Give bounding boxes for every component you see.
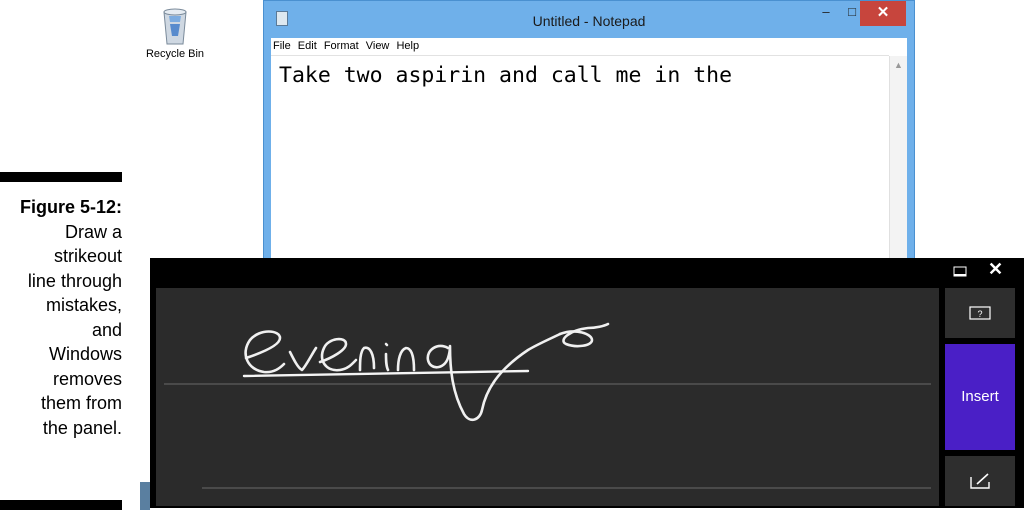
taskbar-edge xyxy=(140,482,150,510)
handwriting-panel: ✕ ? Insert xyxy=(150,258,1024,508)
dock-icon[interactable] xyxy=(953,265,967,279)
menu-file[interactable]: File xyxy=(273,40,291,52)
caption-line: and xyxy=(91,319,122,340)
recycle-bin-icon xyxy=(160,6,190,46)
menu-edit[interactable]: Edit xyxy=(298,40,317,52)
caption-line: Draw a xyxy=(64,221,122,242)
scroll-up-icon[interactable]: ▲ xyxy=(890,60,907,70)
recycle-bin[interactable]: Recycle Bin xyxy=(140,6,210,60)
figure-caption: Figure 5-12: Draw a strikeout line throu… xyxy=(0,195,122,440)
caption-line: the panel. xyxy=(42,417,122,438)
recycle-bin-label: Recycle Bin xyxy=(145,48,205,60)
caption-line: mistakes, xyxy=(45,295,122,315)
minimize-button[interactable]: – xyxy=(813,1,839,26)
panel-close-icon[interactable]: ✕ xyxy=(988,259,1003,280)
notepad-titlebar[interactable]: Untitled - Notepad – □ ✕ xyxy=(264,1,914,38)
help-icon: ? xyxy=(969,306,991,320)
menu-format[interactable]: Format xyxy=(324,40,359,52)
caption-line: Windows xyxy=(48,344,122,364)
notepad-window: Untitled - Notepad – □ ✕ File Edit Forma… xyxy=(263,0,915,300)
caption-top-rule xyxy=(0,172,122,182)
figure-label: Figure 5-12: xyxy=(19,197,122,217)
caption-bottom-rule xyxy=(0,500,122,510)
ink-layer xyxy=(164,322,931,489)
handwriting-mode-button[interactable] xyxy=(945,456,1015,506)
insert-button[interactable]: Insert xyxy=(945,344,1015,450)
caption-line: them from xyxy=(40,393,122,413)
svg-text:?: ? xyxy=(977,309,982,319)
strikeout-stroke xyxy=(242,369,530,378)
menu-bar: File Edit Format View Help xyxy=(271,38,907,55)
handwriting-canvas[interactable] xyxy=(156,288,939,506)
caption-line: line through xyxy=(27,270,122,291)
help-keyboard-button[interactable]: ? xyxy=(945,288,1015,338)
caption-line: removes xyxy=(52,368,122,389)
caption-line: strikeout xyxy=(53,246,122,266)
menu-view[interactable]: View xyxy=(366,40,390,52)
menu-help[interactable]: Help xyxy=(396,40,419,52)
close-button[interactable]: ✕ xyxy=(860,1,906,26)
pen-icon xyxy=(970,473,990,489)
